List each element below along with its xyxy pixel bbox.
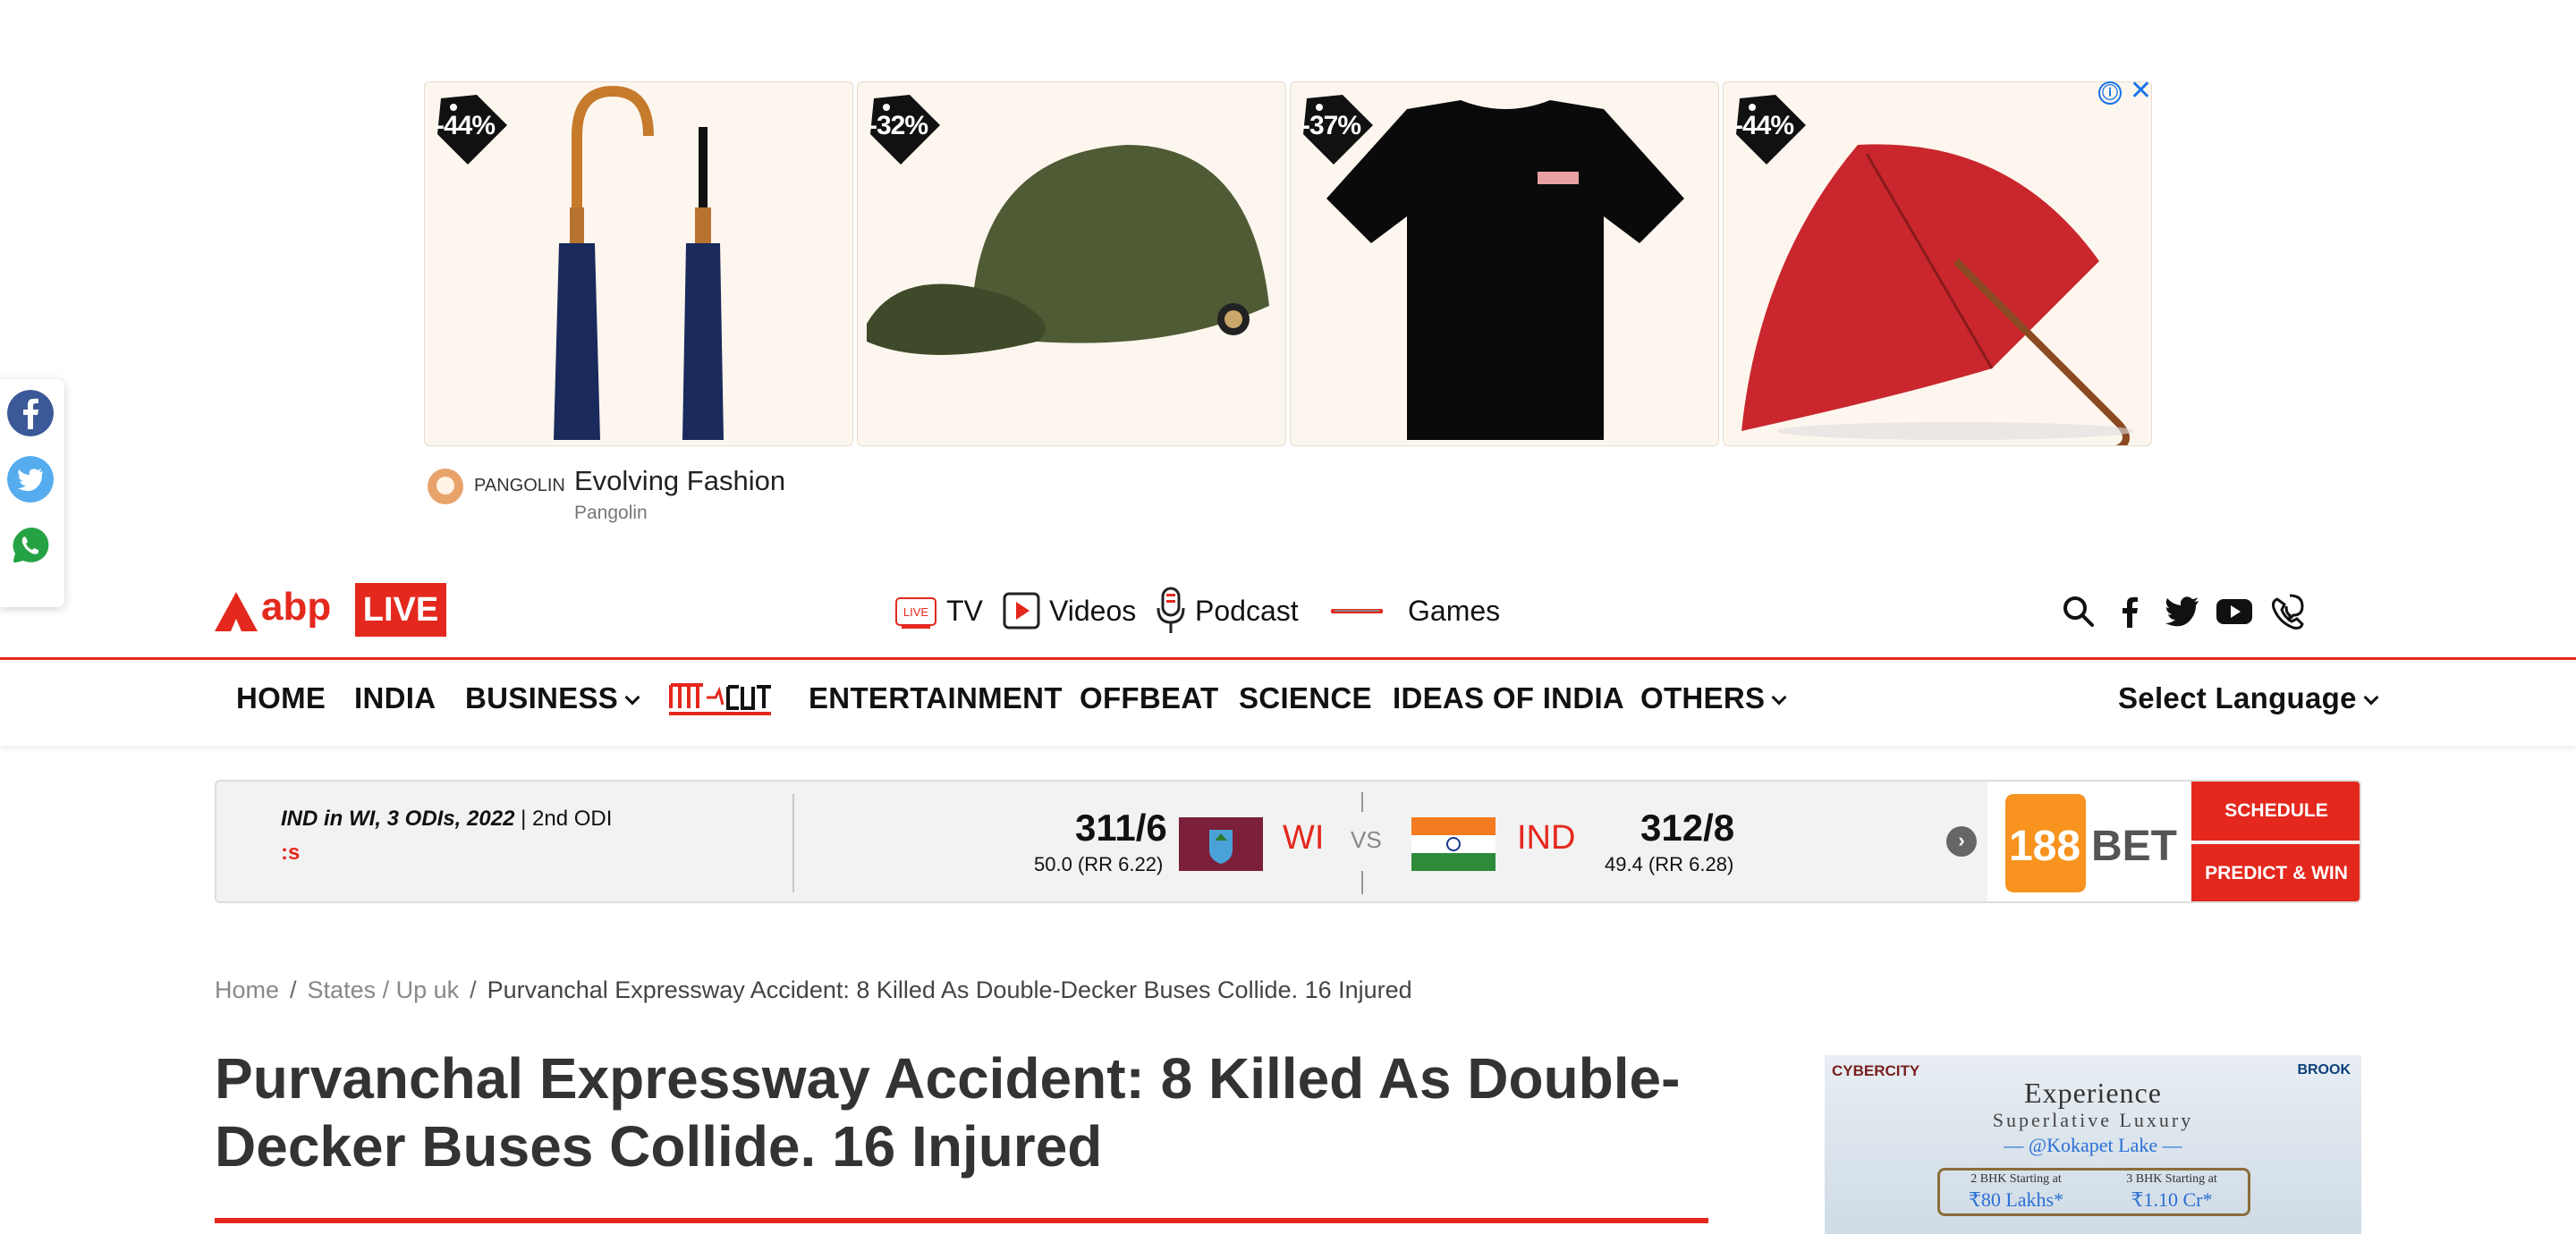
discount-tag: -44% <box>1731 89 1806 165</box>
ad-product-card[interactable]: -32% <box>857 81 1286 446</box>
match-series: IND in WI, 3 ODIs, 2022 | 2nd ODI <box>281 807 613 831</box>
nav-item-entertainment[interactable]: ENTERTAINMENT <box>809 681 1063 715</box>
ad-close-icon[interactable]: ✕ <box>2130 78 2152 105</box>
divider <box>1361 871 1363 894</box>
discount-tag: -44% <box>432 89 507 165</box>
headline-underline <box>215 1218 1708 1223</box>
price-box: 2 BHK Starting at ₹80 Lakhs* 3 BHK Start… <box>1937 1168 2250 1216</box>
live-score-widget[interactable]: IND in WI, 3 ODIs, 2022 | 2nd ODI :s 311… <box>215 780 2361 903</box>
team1-score: 311/6 <box>1075 807 1167 849</box>
nav-item-science[interactable]: SCIENCE <box>1239 681 1372 715</box>
ad-banner[interactable]: -44% -32% -37% -44% ⓘ ✕ <box>424 78 2152 450</box>
social-share-bar <box>0 379 64 607</box>
wi-flag-icon <box>1179 817 1263 871</box>
breadcrumb-states[interactable]: States / Up uk <box>308 976 460 1003</box>
discount-tag: -37% <box>1298 89 1373 165</box>
side-ad-subtitle: Superlative Luxury <box>1992 1109 2194 1131</box>
188bet-logo-icon: 188 BET <box>2005 794 2177 892</box>
team2-overs: 49.4 (RR 6.28) <box>1605 853 1734 875</box>
divider <box>792 794 794 892</box>
team1-overs: 50.0 (RR 6.22) <box>1034 853 1164 875</box>
ad-subtitle: Pangolin <box>574 503 648 523</box>
media-nav-tv[interactable]: LIVE TV <box>894 587 983 635</box>
bhk2-price: ₹80 Lakhs* <box>1968 1188 2064 1211</box>
games-icon <box>1331 609 1383 613</box>
breadcrumb-home[interactable]: Home <box>215 976 279 1003</box>
next-match-arrow-icon[interactable]: › <box>1946 826 1977 857</box>
video-play-icon <box>1003 592 1040 630</box>
microphone-icon <box>1157 587 1185 633</box>
ad-product-card[interactable]: -37% <box>1290 81 1719 446</box>
nav-item-business[interactable]: BUSINESS <box>465 681 640 715</box>
team2-name: IND <box>1517 819 1576 857</box>
media-nav-games[interactable]: Games <box>1329 587 1500 635</box>
svg-text:LIVE: LIVE <box>903 605 929 619</box>
chevron-down-icon <box>2363 689 2379 706</box>
breadcrumb: Home / States / Up uk / Purvanchal Expresswa… <box>215 976 1412 1003</box>
nav-item-offbeat[interactable]: OFFBEAT <box>1080 681 1218 715</box>
article-headline: Purvanchal Expressway Accident: 8 Killed… <box>215 1046 1681 1179</box>
predict-win-button[interactable]: PREDICT & WIN <box>2191 844 2360 901</box>
breadcrumb-current: Purvanchal Expressway Accident: 8 Killed… <box>487 976 1412 1003</box>
match-status: :s <box>281 841 301 865</box>
ad-product-card[interactable]: -44% <box>424 81 853 446</box>
pangolin-logo-icon <box>428 469 463 504</box>
divider <box>1361 792 1363 812</box>
twitter-icon[interactable] <box>2161 590 2204 633</box>
team2-score: 312/8 <box>1640 807 1735 849</box>
whatsapp-icon[interactable] <box>7 522 54 569</box>
ad-brand-name: PANGOLIN <box>474 476 565 495</box>
schedule-button[interactable]: SCHEDULE <box>2191 782 2360 841</box>
media-nav-videos[interactable]: Videos <box>1003 587 1136 635</box>
nav-item-india[interactable]: INDIA <box>354 681 436 715</box>
anpcut-logo-icon[interactable] <box>667 678 773 717</box>
header-icons <box>2057 590 2343 633</box>
bhk2-label: 2 BHK Starting at <box>1970 1172 2062 1186</box>
nav-item-home[interactable]: HOME <box>236 681 326 715</box>
main-nav: HOME INDIA BUSINESS ENTERTAINMENT OFFBEA… <box>0 660 2576 746</box>
youtube-icon[interactable] <box>2213 590 2256 633</box>
discount-tag: -32% <box>865 89 940 165</box>
contact-phone-icon[interactable] <box>2267 590 2309 633</box>
svg-text:188: 188 <box>2009 823 2080 870</box>
side-ad-title: Experience <box>2024 1077 2162 1109</box>
language-select[interactable]: Select Language <box>2118 681 2379 715</box>
ad-product-card[interactable]: -44% <box>1723 81 2152 446</box>
facebook-icon[interactable] <box>2109 590 2152 633</box>
svg-text:BET: BET <box>2091 823 2177 870</box>
media-nav-podcast[interactable]: Podcast <box>1156 587 1299 635</box>
chevron-down-icon <box>1771 689 1787 706</box>
facebook-icon[interactable] <box>7 390 54 436</box>
twitter-icon[interactable] <box>7 456 54 503</box>
live-tv-icon: LIVE <box>895 597 936 629</box>
chevron-down-icon <box>624 689 640 706</box>
nav-item-others[interactable]: OTHERS <box>1640 681 1787 715</box>
side-ad[interactable]: CYBERCITY BROOK Experience Superlative L… <box>1825 1055 2361 1234</box>
ad-headline[interactable]: Evolving Fashion <box>574 465 785 497</box>
ad-info-icon[interactable]: ⓘ <box>2098 81 2122 105</box>
team1-name: WI <box>1283 819 1325 857</box>
nav-item-ideas-of-india[interactable]: IDEAS OF INDIA <box>1393 681 1624 715</box>
bhk3-label: 3 BHK Starting at <box>2126 1172 2217 1186</box>
sponsor-logo[interactable]: 188 BET <box>1987 782 2193 901</box>
search-icon[interactable] <box>2057 590 2100 633</box>
side-ad-location: — @Kokapet Lake — <box>2004 1134 2182 1156</box>
ind-flag-icon <box>1411 817 1496 871</box>
vs-label: VS <box>1351 826 1382 853</box>
bhk3-price: ₹1.10 Cr* <box>2131 1188 2213 1211</box>
